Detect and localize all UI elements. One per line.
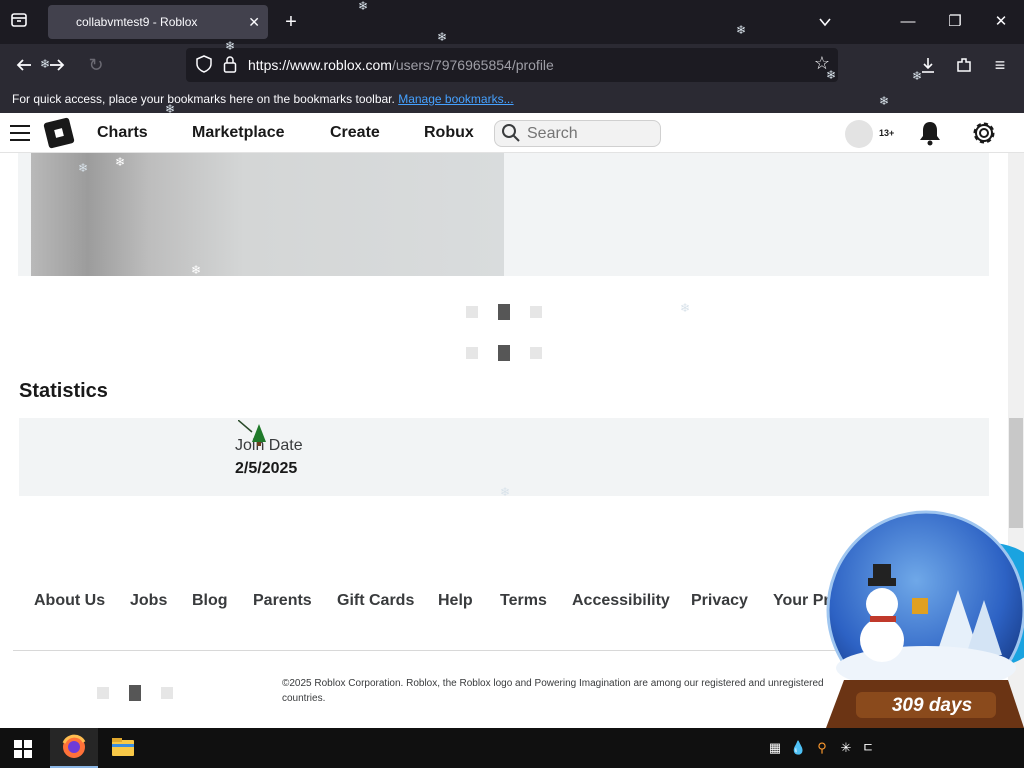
loading-indicator [97,685,177,701]
manage-bookmarks-link[interactable]: Manage bookmarks... [398,92,513,106]
search-icon [501,123,521,143]
footer-link-privacy[interactable]: Privacy [691,592,748,610]
shield-icon[interactable] [194,55,214,75]
minimize-icon[interactable]: — [893,8,923,36]
reload-icon[interactable]: ↻ [83,52,109,78]
url-text[interactable]: https://www.roblox.com/users/7976965854/… [248,48,554,82]
footer-link-accessibility[interactable]: Accessibility [572,592,670,610]
url-host: https://www.roblox.com [248,57,392,73]
browser-tab[interactable]: collabvmtest9 - Roblox ✕ [48,5,268,39]
nav-charts[interactable]: Charts [97,113,148,153]
url-bar[interactable]: https://www.roblox.com/users/7976965854/… [186,48,838,82]
snowflake-icon: ❄ [826,68,837,82]
snowflake-icon: ❄ [165,102,176,116]
bell-icon[interactable] [918,120,942,146]
chevron-down-icon[interactable] [810,8,840,36]
snowflake-icon: ❄ [437,30,448,44]
close-window-icon[interactable]: ✕ [986,8,1016,36]
nav-marketplace[interactable]: Marketplace [192,113,285,153]
search-input[interactable] [527,124,647,144]
snowflake-icon: ❄ [78,161,89,175]
tray-keyboard-icon[interactable]: ㄷ [860,739,876,757]
browser-tab-bar: collabvmtest9 - Roblox ✕ + — ❐ ✕ [0,0,1024,44]
plus-icon[interactable]: + [280,8,302,36]
loading-indicator [466,304,546,320]
snowflake-icon: ❄ [358,0,369,13]
tray-drop-icon[interactable]: 💧 [790,739,806,757]
lock-icon[interactable] [220,55,240,75]
hamburger-icon[interactable] [10,125,30,141]
footer-link-about-us[interactable]: About Us [34,592,105,610]
roblox-header: Charts Marketplace Create Robux 13+ [0,113,1024,153]
footer-link-help[interactable]: Help [438,592,473,610]
bookmarks-hint: For quick access, place your bookmarks h… [12,92,395,106]
snowflake-icon: ❄ [680,301,691,315]
avatar[interactable] [845,120,873,148]
footer-link-terms[interactable]: Terms [500,592,547,610]
extensions-icon[interactable] [951,52,977,78]
snowflake-icon: ❄ [40,57,51,71]
windows-start-icon[interactable] [14,740,32,758]
bookmarks-toolbar: For quick access, place your bookmarks h… [0,86,1024,113]
gear-icon[interactable] [970,119,998,147]
roblox-logo[interactable] [43,117,75,149]
snowflake-icon: ❄ [500,485,511,499]
tab-list-icon[interactable] [8,11,30,33]
footer-link-jobs[interactable]: Jobs [130,592,167,610]
menu-icon[interactable]: ≡ [987,52,1013,78]
snowflake-icon: ❄ [879,94,890,108]
tray-search-icon[interactable]: ⚲ [814,739,830,757]
nav-robux[interactable]: Robux [424,113,474,153]
avatar-image-placeholder [31,153,504,276]
close-icon[interactable]: ✕ [248,5,260,39]
snowflake-icon: ❄ [736,23,747,37]
statistics-heading: Statistics [19,380,108,402]
nav-create[interactable]: Create [330,113,380,153]
footer-link-parents[interactable]: Parents [253,592,312,610]
search-box[interactable] [494,120,661,147]
footer-link-your-privacy[interactable]: Your Pri [773,592,834,610]
footer-link-blog[interactable]: Blog [192,592,228,610]
firefox-icon[interactable] [50,728,98,768]
windows-taskbar: ▦ 💧 ⚲ ✳ ㄷ [0,728,1024,768]
loading-indicator [466,345,546,361]
browser-toolbar: ↻ https://www.roblox.com/users/797696585… [0,44,1024,86]
url-path: /users/7976965854/profile [391,57,554,73]
tray-app-icon[interactable]: ▦ [767,739,783,757]
file-explorer-icon[interactable] [99,728,147,768]
tab-title: collabvmtest9 - Roblox [76,15,198,29]
snowflake-icon: ❄ [912,69,923,83]
tray-network-icon[interactable]: ✳ [838,739,854,757]
snowflake-icon: ❄ [191,263,202,277]
age-badge: 13+ [879,128,895,138]
join-date-value: 2/5/2025 [235,460,298,477]
snowflake-icon: ❄ [225,39,236,53]
days-counter: 309 days [891,695,973,716]
footer-link-gift-cards[interactable]: Gift Cards [337,592,414,610]
back-arrow-icon[interactable] [11,52,37,78]
christmas-tree-icon [237,419,268,446]
copyright-text: ©2025 Roblox Corporation. Roblox, the Ro… [282,678,824,704]
maximize-icon[interactable]: ❐ [940,8,970,36]
snowflake-icon: ❄ [115,155,126,169]
